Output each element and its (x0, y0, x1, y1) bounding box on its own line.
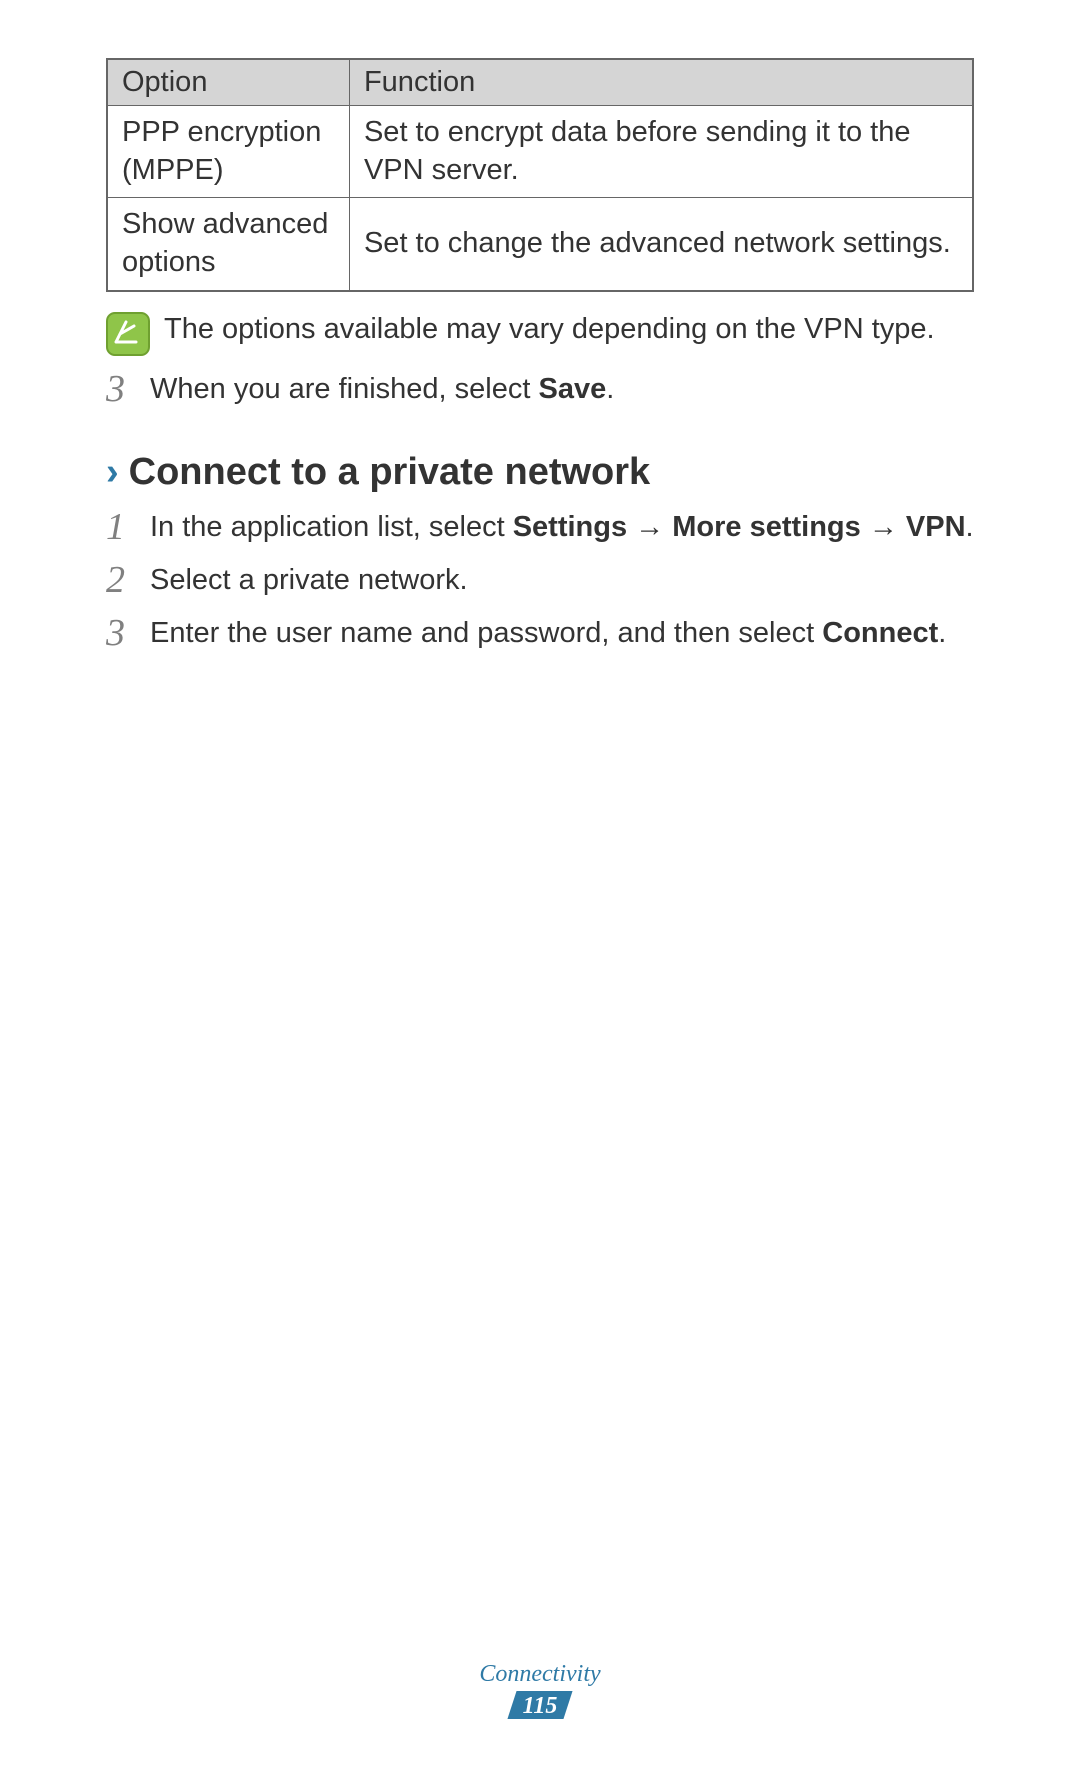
step-item: 3 When you are finished, select Save. (106, 370, 974, 409)
note-text: The options available may vary depending… (164, 310, 935, 349)
page-number-badge: 115 (513, 1688, 568, 1721)
chevron-right-icon: › (106, 451, 119, 494)
step-number: 1 (106, 508, 150, 546)
function-cell: Set to change the advanced network setti… (349, 198, 973, 291)
step-number: 3 (106, 614, 150, 652)
table-row: PPP encryption (MPPE) Set to encrypt dat… (107, 106, 973, 198)
note-icon (106, 312, 150, 356)
page-number: 115 (513, 1692, 568, 1721)
step-item: 2 Select a private network. (106, 561, 974, 600)
table-header-option: Option (107, 59, 349, 106)
page-content: Option Function PPP encryption (MPPE) Se… (0, 0, 1080, 653)
footer-category: Connectivity (0, 1661, 1080, 1688)
step-text: When you are finished, select Save. (150, 370, 974, 409)
step-number: 3 (106, 370, 150, 408)
option-cell: Show advanced options (107, 198, 349, 291)
step-text: Select a private network. (150, 561, 974, 600)
note-block: The options available may vary depending… (106, 310, 974, 356)
step-item: 1 In the application list, select Settin… (106, 508, 974, 547)
step-item: 3 Enter the user name and password, and … (106, 614, 974, 653)
section-title: Connect to a private network (129, 451, 651, 494)
option-cell: PPP encryption (MPPE) (107, 106, 349, 198)
page-footer: Connectivity 115 (0, 1661, 1080, 1721)
options-table: Option Function PPP encryption (MPPE) Se… (106, 58, 974, 292)
table-row: Show advanced options Set to change the … (107, 198, 973, 291)
step-number: 2 (106, 561, 150, 599)
function-cell: Set to encrypt data before sending it to… (349, 106, 973, 198)
section-heading: › Connect to a private network (106, 451, 974, 494)
step-text: In the application list, select Settings… (150, 508, 974, 547)
step-text: Enter the user name and password, and th… (150, 614, 974, 653)
table-header-function: Function (349, 59, 973, 106)
